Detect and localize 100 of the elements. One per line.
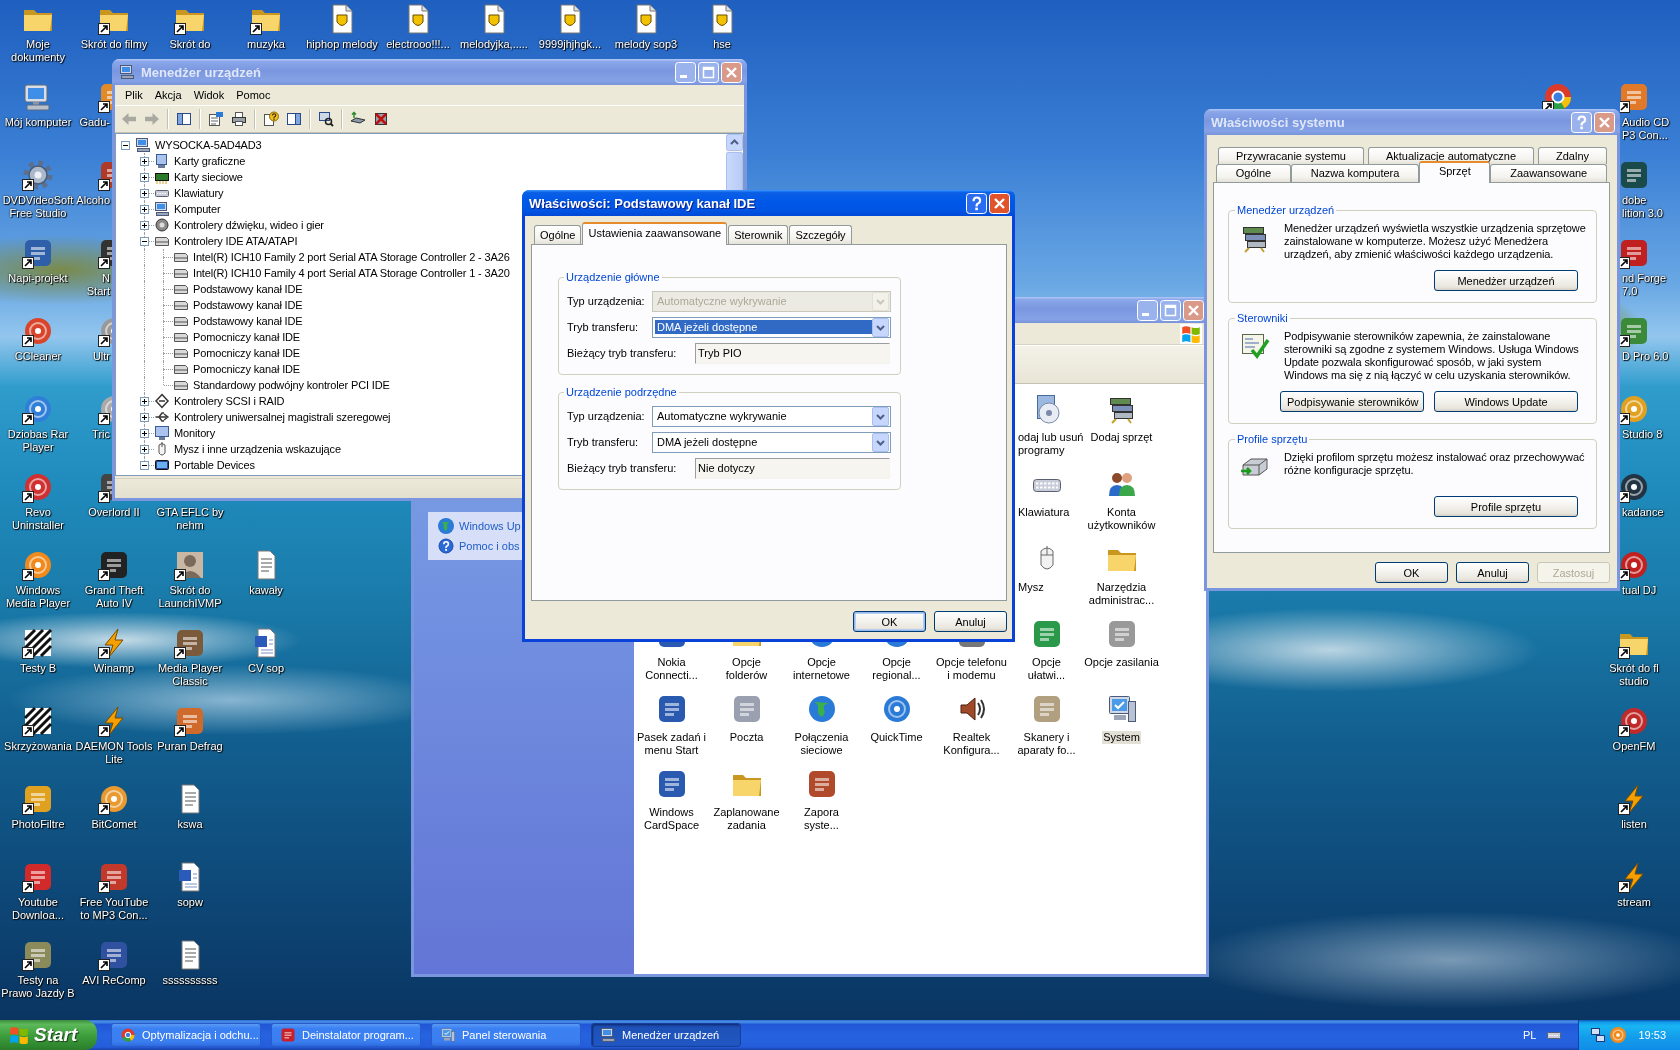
collapse-icon[interactable] [140,461,149,470]
control-panel-item[interactable]: Konta użytkowników [1086,506,1157,532]
desktop-icon-label[interactable]: kawały [249,584,283,597]
expand-icon[interactable] [140,445,149,454]
desktop-icon-label[interactable]: Skrót do LaunchIVMP [158,584,222,610]
taskbar-button[interactable]: Deinstalator program... [271,1023,421,1047]
expand-icon[interactable] [140,189,149,198]
control-panel-item[interactable]: Pasek zadań i menu Start [635,731,708,757]
language-indicator[interactable]: PL [1519,1029,1541,1041]
control-panel-item[interactable]: System [1102,731,1141,744]
dialog-button[interactable]: OK [1375,562,1448,583]
desktop-icon-label[interactable]: listen [1621,818,1647,831]
group-button[interactable]: Profile sprzętu [1434,496,1578,517]
tree-item[interactable]: Intel(R) ICH10 Family 4 port Serial ATA Storage Controller 1 - 3A20 [192,267,511,279]
disc-icon[interactable] [22,549,54,581]
control-panel-item[interactable]: Poczta [728,731,765,744]
card-arrow-icon[interactable] [350,111,366,127]
expand-icon[interactable] [140,429,149,438]
program-icon[interactable] [1620,315,1650,347]
desktop-icon-label[interactable]: Gadu- [79,116,110,129]
control-panel-item[interactable]: odaj lub usuń programy [1017,431,1085,457]
desktop-icon-label[interactable]: OpenFM [1612,740,1656,753]
control-panel-item[interactable]: Realtek Konfigura... [942,731,1001,757]
caret-icon[interactable] [872,317,889,337]
desktop-icon-label[interactable]: sopw [177,896,203,909]
tab[interactable]: Nazwa komputera [1291,164,1420,182]
tab[interactable]: Sprzęt [1419,161,1491,183]
tree-pane-icon[interactable] [176,111,192,127]
link[interactable]: Windows Up [459,520,521,532]
control-panel-item[interactable]: Opcje telefonu i modemu [935,656,1008,682]
tree-item[interactable]: Karty graficzne [173,155,247,167]
close-icon[interactable] [989,192,1010,214]
tree-item[interactable]: Komputer [173,203,222,215]
desktop-icon-label[interactable]: kswa [177,818,203,831]
control-panel-item[interactable]: Dodaj sprzęt [1089,431,1154,444]
taskbar-button[interactable]: Menedżer urządzeń [591,1023,741,1047]
tree-item[interactable]: Kontrolery SCSI i RAID [173,395,286,407]
desktop-icon-label[interactable]: electrooo!!!... [386,38,450,51]
program-icon[interactable] [22,861,54,893]
menu-item[interactable]: Pomoc [230,89,277,101]
desktop-icon-label[interactable]: hiphop melody [306,38,378,51]
desktop-icon-label[interactable]: muzyka [247,38,285,51]
tree-item[interactable]: Karty sieciowe [173,171,244,183]
control-panel-item[interactable]: Mysz [1017,581,1045,594]
tree-item[interactable]: Monitory [173,427,216,439]
tree-item[interactable]: Intel(R) ICH10 Family 2 port Serial ATA Storage Controller 2 - 3A26 [192,251,511,263]
tab[interactable]: Przywracanie systemu [1218,147,1364,164]
control-panel-item[interactable]: Nokia Connecti... [644,656,699,682]
expand-icon[interactable] [140,173,149,182]
desktop-icon-label[interactable]: stream [1617,896,1651,909]
control-panel-item[interactable]: Opcje ułatwi... [1026,656,1067,682]
tab[interactable]: Ogólne [534,225,582,244]
program-icon[interactable] [174,627,206,659]
expand-icon[interactable] [140,205,149,214]
desktop-icon-label[interactable]: Media Player Classic [157,662,223,688]
program-icon[interactable] [98,549,130,581]
monitor-search-icon[interactable] [318,111,334,127]
tab[interactable]: Sterownik [728,225,789,244]
tab[interactable]: Ustawienia zaawansowane [582,222,728,245]
desktop-icon-label[interactable]: Grand Theft Auto IV [84,584,144,610]
dropdown[interactable]: Automatyczne wykrywanie [652,405,891,427]
page-icon[interactable] [208,111,224,127]
tab[interactable]: Zdalny [1538,147,1607,164]
desktop-icon-label[interactable]: Free YouTube to MP3 Con... [79,896,149,922]
program-icon[interactable] [22,237,54,269]
action-pane-icon[interactable] [286,111,302,127]
expand-icon[interactable] [140,157,149,166]
desktop-icon-label[interactable]: ssssssssss [162,974,218,987]
expand-icon[interactable] [140,413,149,422]
tree-item[interactable]: Pomocniczy kanał IDE [192,331,302,343]
dialog-button[interactable]: Anuluj [934,611,1007,632]
disc-icon[interactable] [1618,705,1650,737]
control-panel-item[interactable]: Opcje zasilania [1083,656,1160,669]
desktop-icon-label[interactable]: CV sop [247,662,285,675]
tree-item[interactable]: Podstawowy kanał IDE [192,283,304,295]
desktop-icon-label[interactable]: Revo Uninstaller [12,506,64,532]
tree-item[interactable]: Mysz i inne urządzenia wskazujące [173,443,342,455]
printer-icon[interactable] [231,111,247,127]
tree-item[interactable]: Kontrolery dźwięku, wideo i gier [173,219,325,231]
program-icon[interactable] [22,783,54,815]
disc-icon[interactable] [22,393,54,425]
disc-icon[interactable] [98,783,130,815]
desktop-icon-label[interactable]: melodyjka,..... [460,38,528,51]
desktop-icon-label[interactable]: Testy B [19,662,57,675]
group-button[interactable]: Menedżer urządzeń [1434,270,1578,291]
disc-icon[interactable] [22,471,54,503]
desktop-icon-label[interactable]: PhotoFiltre [11,818,65,831]
desktop-icon-label[interactable]: Skrót do [169,38,211,51]
tab[interactable]: Aktualizacje automatyczne [1367,147,1535,164]
control-panel-item[interactable]: Zapora syste... [803,806,840,832]
desktop-icon-label[interactable]: Audio CD P3 Con... [1622,116,1670,142]
program-icon[interactable] [174,705,206,737]
menu-item[interactable]: Akcja [148,89,188,101]
help-icon[interactable] [966,192,987,214]
control-panel-item[interactable]: QuickTime [869,731,924,744]
desktop-icon-label[interactable]: kadance [1622,506,1664,519]
program-icon[interactable] [22,939,54,971]
collapse-icon[interactable] [121,141,130,150]
desktop-icon-label[interactable]: Skrót do fl studio [1609,662,1659,688]
network-icon[interactable] [1590,1027,1607,1043]
